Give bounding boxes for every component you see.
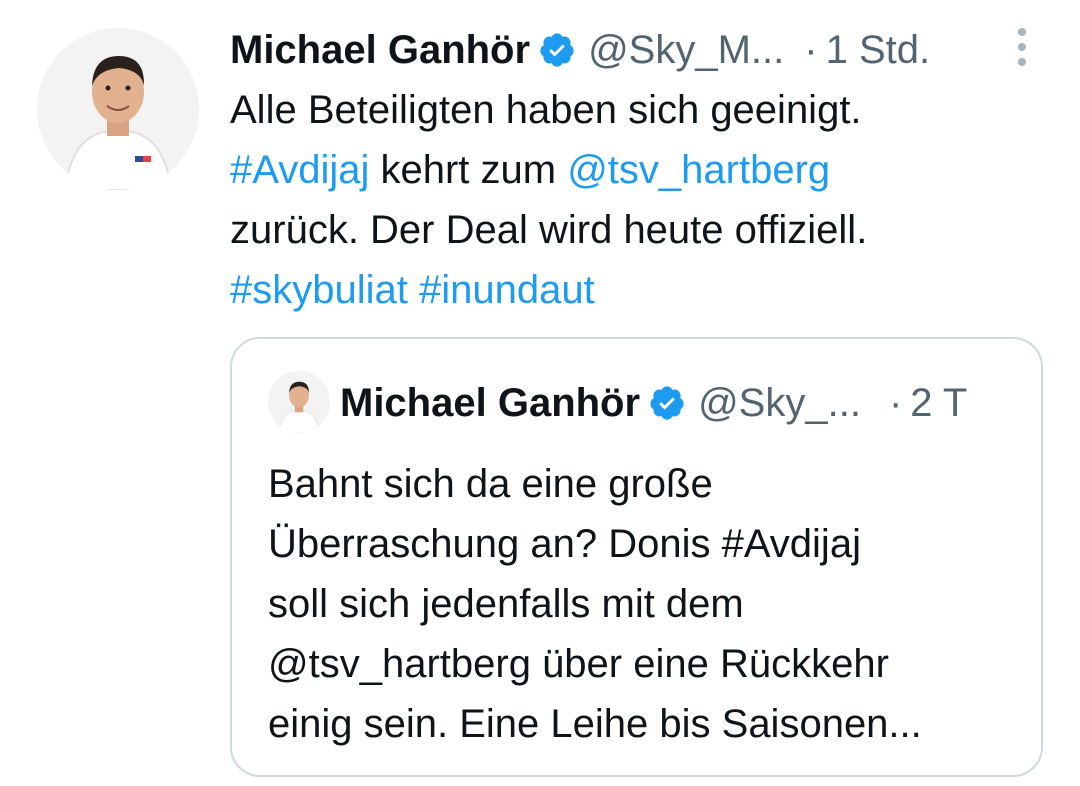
tweet-text-line: zurück. Der Deal wird heute offiziell. bbox=[230, 200, 1030, 260]
quoted-text-line: Bahnt sich da eine große bbox=[268, 462, 713, 506]
tweet-text-segment: zurück. Der Deal wird heute offiziell. bbox=[230, 208, 868, 252]
tweet-text-line: #Avdijaj kehrt zum @tsv_hartberg bbox=[230, 140, 1030, 200]
hashtag-link[interactable]: #skybuliat bbox=[230, 268, 408, 312]
tweet-header: Michael Ganhör @Sky_M... · 1 Std. bbox=[230, 22, 930, 78]
verified-badge-icon bbox=[648, 384, 686, 422]
quoted-text-line: einig sein. Eine Leihe bis Saisonen... bbox=[268, 702, 922, 746]
quoted-tweet-header: Michael Ganhör @Sky_... · 2 T bbox=[340, 375, 967, 431]
author-avatar[interactable] bbox=[37, 28, 199, 190]
separator-dot: · bbox=[804, 27, 818, 72]
more-options-icon[interactable] bbox=[1012, 28, 1032, 68]
quoted-text-line: soll sich jedenfalls mit dem bbox=[268, 582, 744, 626]
tweet-text-segment bbox=[408, 268, 419, 312]
quoted-author-name: Michael Ganhör bbox=[340, 380, 641, 425]
tweet-text-line: #skybuliat #inundaut bbox=[230, 260, 1030, 320]
quoted-author-avatar bbox=[268, 371, 330, 433]
tweet-text: Alle Beteiligten haben sich geeinigt. #Av… bbox=[230, 80, 1030, 320]
hashtag-link[interactable]: #Avdijaj bbox=[230, 148, 369, 192]
quoted-tweet-card[interactable]: Michael Ganhör @Sky_... · 2 T Bahnt sich… bbox=[230, 337, 1043, 777]
author-name[interactable]: Michael Ganhör bbox=[230, 28, 530, 73]
quoted-text-line: @tsv_hartberg über eine Rückkehr bbox=[268, 642, 889, 686]
mention-link[interactable]: @tsv_hartberg bbox=[567, 148, 830, 192]
timestamp[interactable]: 1 Std. bbox=[826, 28, 931, 73]
author-handle[interactable]: @Sky_M... bbox=[588, 28, 784, 73]
verified-badge-icon bbox=[538, 31, 576, 69]
quoted-author-handle: @Sky_... bbox=[698, 380, 861, 425]
tweet-text-segment: Alle Beteiligten haben sich geeinigt. bbox=[230, 88, 862, 132]
tweet-card[interactable]: Michael Ganhör @Sky_M... · 1 Std. Alle B… bbox=[0, 0, 1080, 786]
hashtag-link[interactable]: #inundaut bbox=[419, 268, 595, 312]
quoted-timestamp: 2 T bbox=[910, 380, 968, 425]
quoted-text-line: Überraschung an? Donis #Avdijaj bbox=[268, 522, 861, 566]
separator-dot: · bbox=[888, 380, 903, 425]
quoted-tweet-text: Bahnt sich da eine große Überraschung an?… bbox=[268, 454, 1028, 754]
tweet-text-segment: kehrt zum bbox=[369, 148, 568, 192]
tweet-text-line: Alle Beteiligten haben sich geeinigt. bbox=[230, 80, 1030, 140]
